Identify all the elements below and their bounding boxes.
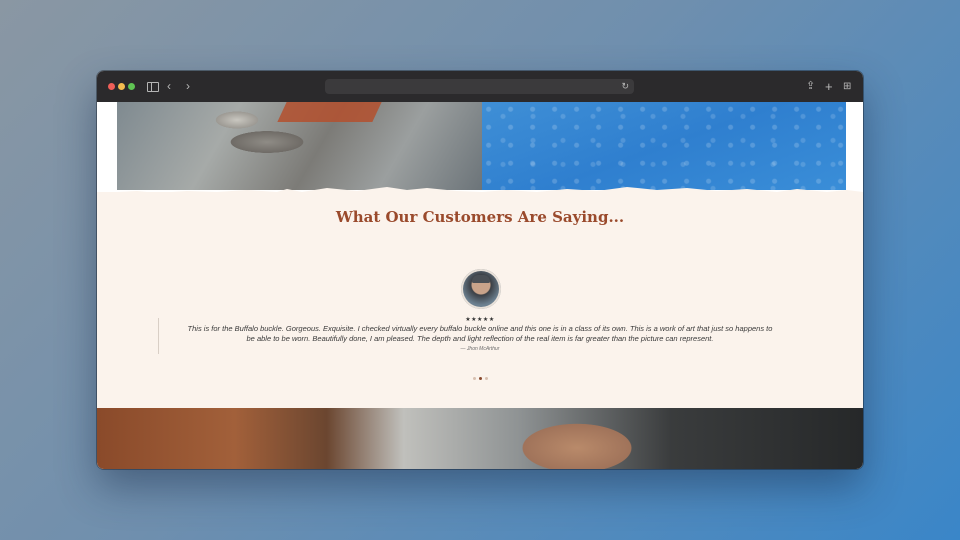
reload-icon[interactable]: ↻ bbox=[621, 79, 629, 94]
water-photo bbox=[482, 102, 846, 190]
pager-dot-3[interactable] bbox=[485, 377, 488, 380]
browser-toolbar: ‹ › ↻ ⇪ + ⊞ bbox=[97, 71, 863, 103]
address-bar[interactable]: ↻ bbox=[325, 79, 634, 94]
new-tab-icon[interactable]: + bbox=[825, 71, 833, 102]
pager-dot-2[interactable] bbox=[479, 377, 482, 380]
quote-line-2: be able to be worn. Beautifully done, I … bbox=[246, 334, 714, 343]
sidebar-icon[interactable] bbox=[147, 82, 159, 92]
browser-window: ‹ › ↻ ⇪ + ⊞ What Our Customers Are Sayin… bbox=[97, 71, 863, 469]
customer-avatar bbox=[461, 269, 501, 309]
back-icon[interactable]: ‹ bbox=[167, 71, 171, 102]
testimonial-quote: This is for the Buffalo buckle. Gorgeous… bbox=[169, 324, 791, 344]
fish-photo bbox=[117, 102, 482, 190]
quote-line-1: This is for the Buffalo buckle. Gorgeous… bbox=[187, 324, 773, 333]
pager-dot-1[interactable] bbox=[473, 377, 476, 380]
testimonial-author: — Jhon McArthur bbox=[460, 346, 500, 352]
star-rating: ★★★★★ bbox=[465, 317, 495, 323]
torn-paper-edge bbox=[97, 187, 863, 200]
maximize-window-button[interactable] bbox=[128, 83, 135, 90]
forward-icon[interactable]: › bbox=[186, 71, 190, 102]
carousel-pager bbox=[473, 377, 489, 381]
share-icon[interactable]: ⇪ bbox=[806, 71, 815, 102]
minimize-window-button[interactable] bbox=[118, 83, 125, 90]
page-content: What Our Customers Are Saying... ★★★★★ T… bbox=[97, 102, 863, 469]
footer-photo bbox=[97, 408, 863, 469]
section-title: What Our Customers Are Saying... bbox=[335, 208, 625, 226]
tabs-overview-icon[interactable]: ⊞ bbox=[843, 71, 851, 102]
close-window-button[interactable] bbox=[108, 83, 115, 90]
